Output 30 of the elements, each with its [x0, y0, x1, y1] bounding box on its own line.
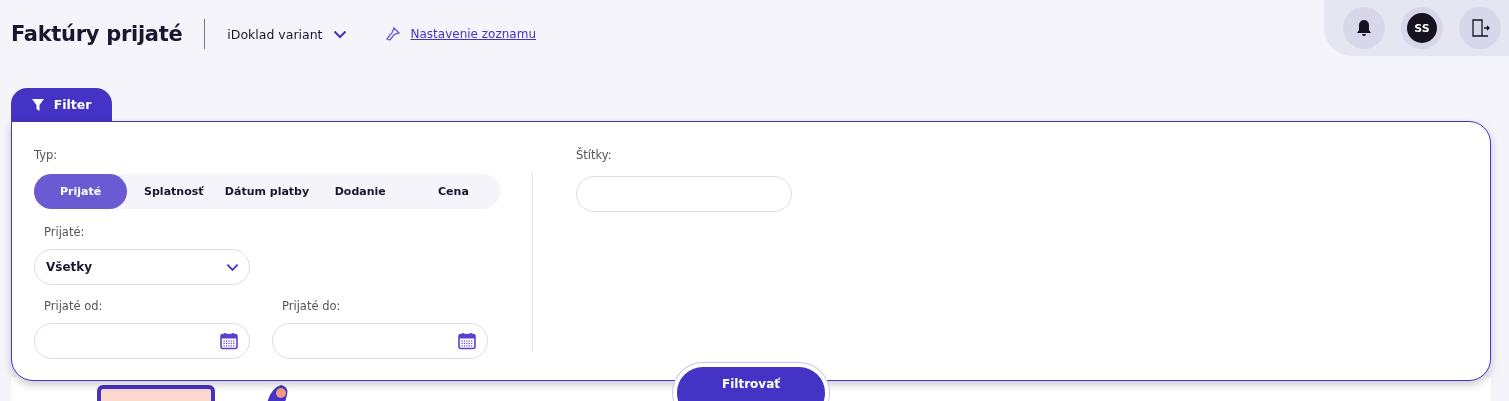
field-label: Prijaté do: — [282, 299, 342, 313]
logout-button[interactable] — [1459, 7, 1501, 49]
filter-tab[interactable]: Filter — [11, 88, 112, 121]
field-label: Štítky: — [576, 148, 613, 162]
type-tab[interactable]: Dodanie — [313, 174, 407, 209]
calendar-icon[interactable] — [457, 331, 477, 351]
field-label: Typ: — [34, 148, 59, 162]
exit-door-icon — [1470, 18, 1490, 38]
notifications-button[interactable] — [1343, 7, 1385, 49]
bell-icon — [1356, 19, 1372, 37]
filter-icon — [31, 98, 44, 111]
brush-icon — [384, 26, 401, 42]
type-tab[interactable]: Splatnosť — [127, 174, 221, 209]
page-title: Faktúry prijaté — [11, 22, 183, 46]
filter-button[interactable]: Filtrovať — [673, 363, 829, 401]
chevron-down-icon — [226, 262, 239, 272]
variant-dropdown[interactable]: iDoklad variant — [227, 26, 347, 42]
tags-field[interactable] — [576, 176, 792, 212]
user-avatar[interactable]: SS — [1407, 13, 1437, 43]
chevron-down-icon — [332, 29, 347, 39]
type-tab[interactable]: Dátum platby — [220, 174, 314, 209]
type-tab[interactable]: Cena — [406, 174, 500, 209]
type-tab[interactable]: Prijaté — [34, 174, 128, 209]
calendar-icon[interactable] — [219, 331, 239, 351]
date-field[interactable] — [272, 323, 488, 359]
field-label: Prijaté od: — [44, 299, 104, 313]
received-select[interactable]: Všetky — [34, 249, 250, 285]
field-label: Prijaté: — [44, 225, 86, 239]
list-settings-link[interactable]: Nastavenie zoznamu — [410, 27, 536, 41]
date-field[interactable] — [34, 323, 250, 359]
